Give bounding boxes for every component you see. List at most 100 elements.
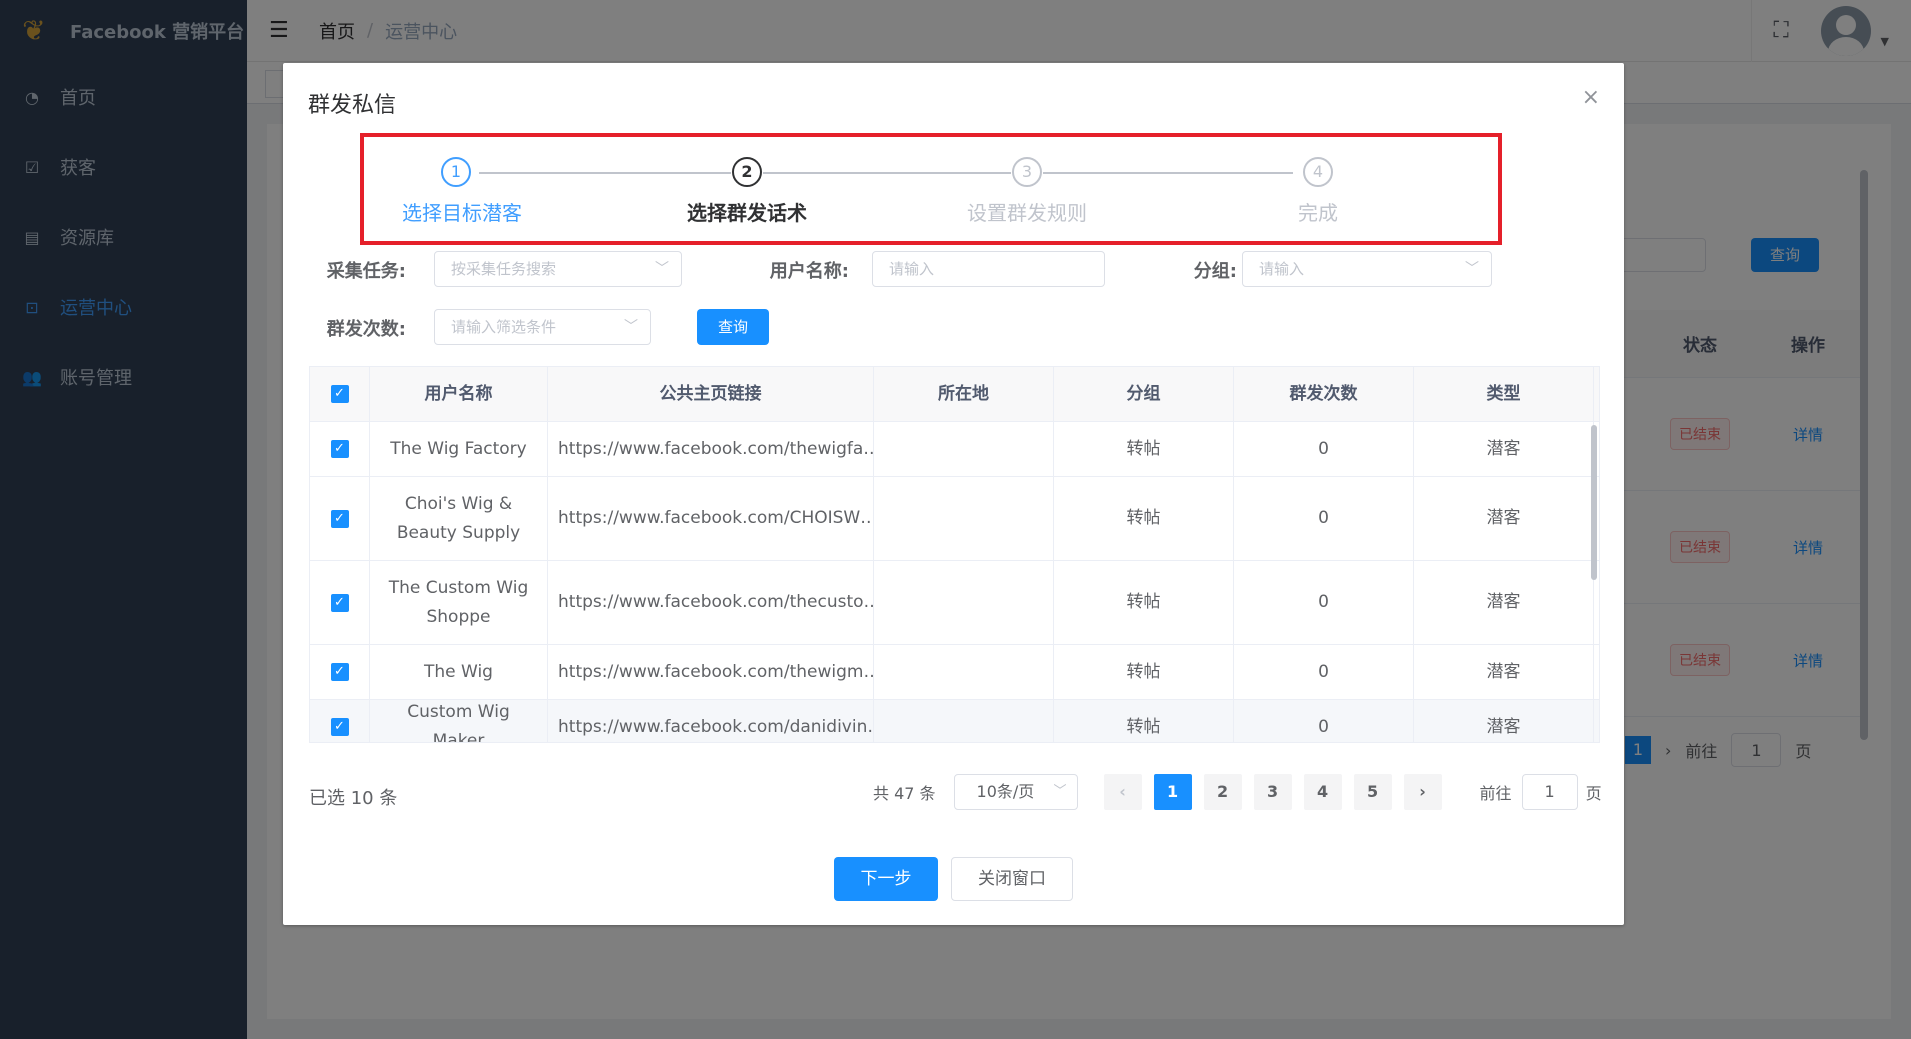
- cell-location: [874, 477, 1054, 560]
- pagination: 共 47 条 10条/页 ﹀ ‹ 1 2 3 4 5 › 前往 1 页: [873, 774, 1602, 810]
- cell-group: 转帖: [1054, 645, 1234, 699]
- page-button-1[interactable]: 1: [1153, 774, 1192, 810]
- row-checkbox-cell: ✓: [310, 561, 370, 644]
- cell-url: https://www.facebook.com/thewigm…: [548, 645, 874, 699]
- table-row[interactable]: ✓ The Wig Factory https://www.facebook.c…: [310, 422, 1599, 477]
- step-number: 4: [1303, 157, 1333, 187]
- page-size-select[interactable]: 10条/页 ﹀: [953, 774, 1078, 810]
- header-type: 类型: [1414, 367, 1594, 421]
- cell-count: 0: [1234, 477, 1414, 560]
- page-button-4[interactable]: 4: [1303, 774, 1342, 810]
- cell-location: [874, 645, 1054, 699]
- row-checkbox[interactable]: ✓: [330, 509, 349, 528]
- cell-url: https://www.facebook.com/thecusto…: [548, 561, 874, 644]
- chevron-down-icon: ﹀: [1053, 784, 1067, 799]
- group-select[interactable]: 请输入 ﹀: [1242, 251, 1492, 287]
- next-step-button[interactable]: 下一步: [834, 857, 938, 901]
- row-checkbox[interactable]: ✓: [330, 718, 349, 736]
- cell-count: 0: [1234, 422, 1414, 476]
- step-label: 完成: [1298, 201, 1338, 225]
- prev-page-icon[interactable]: ‹: [1103, 774, 1142, 810]
- cell-type: 潜客: [1414, 422, 1594, 476]
- close-window-button[interactable]: 关闭窗口: [951, 857, 1073, 901]
- close-icon[interactable]: ×: [1582, 85, 1600, 110]
- cell-location: [874, 700, 1054, 742]
- cell-type: 潜客: [1414, 645, 1594, 699]
- cell-type: 潜客: [1414, 561, 1594, 644]
- page-button-2[interactable]: 2: [1203, 774, 1242, 810]
- step-2: 2 选择群发话术: [684, 157, 810, 226]
- cell-count: 0: [1234, 645, 1414, 699]
- step-label: 选择群发话术: [687, 201, 807, 225]
- goto-label: 前往: [1479, 784, 1512, 803]
- cell-location: [874, 422, 1054, 476]
- cell-group: 转帖: [1054, 700, 1234, 742]
- cell-count: 0: [1234, 561, 1414, 644]
- user-label: 用户名称:: [769, 261, 849, 282]
- next-page-icon[interactable]: ›: [1403, 774, 1442, 810]
- task-placeholder: 按采集任务搜索: [451, 260, 557, 278]
- group-label: 分组:: [1193, 261, 1237, 282]
- table-row[interactable]: ✓ Custom Wig Maker https://www.facebook.…: [310, 700, 1599, 742]
- header-group: 分组: [1054, 367, 1234, 421]
- task-label: 采集任务:: [326, 261, 406, 282]
- cell-username: Custom Wig Maker: [370, 700, 548, 742]
- total-count: 共 47 条: [873, 784, 936, 803]
- user-placeholder: 请输入: [889, 260, 935, 278]
- cell-username: The Wig: [370, 645, 548, 699]
- cell-url: https://www.facebook.com/thewigfa…: [548, 422, 874, 476]
- table-row[interactable]: ✓ The Custom Wig Shoppe https://www.face…: [310, 561, 1599, 645]
- count-placeholder: 请输入筛选条件: [451, 318, 557, 336]
- header-username: 用户名称: [370, 367, 548, 421]
- table-row[interactable]: ✓ The Wig https://www.facebook.com/thewi…: [310, 645, 1599, 700]
- row-checkbox[interactable]: ✓: [330, 663, 349, 681]
- step-1: 1 选择目标潜客: [402, 157, 522, 226]
- step-number: 3: [1012, 157, 1042, 187]
- steps-highlight: 1 选择目标潜客 2 选择群发话术 3 设置群发规则 4 完成: [360, 133, 1502, 245]
- row-checkbox-cell: ✓: [310, 477, 370, 560]
- cell-username: The Custom Wig Shoppe: [370, 561, 548, 644]
- select-all-checkbox[interactable]: ✓: [330, 385, 349, 403]
- count-select[interactable]: 请输入筛选条件 ﹀: [434, 309, 651, 345]
- prospects-table: ✓ 用户名称 公共主页链接 所在地 分组 群发次数 类型 ✓ The Wig F…: [309, 366, 1600, 743]
- cell-url: https://www.facebook.com/CHOISW…: [548, 477, 874, 560]
- step-4: 4 完成: [1288, 157, 1348, 226]
- selected-count: 已选 10 条: [309, 788, 398, 809]
- chevron-down-icon: ﹀: [655, 261, 669, 277]
- cell-location: [874, 561, 1054, 644]
- step-label: 选择目标潜客: [402, 201, 522, 225]
- dialog-title: 群发私信: [308, 93, 397, 118]
- cell-type: 潜客: [1414, 700, 1594, 742]
- cell-username: The Wig Factory: [370, 422, 548, 476]
- group-placeholder: 请输入: [1259, 260, 1305, 278]
- cell-group: 转帖: [1054, 561, 1234, 644]
- row-checkbox[interactable]: ✓: [330, 440, 349, 458]
- header-url: 公共主页链接: [548, 367, 874, 421]
- user-input[interactable]: 请输入: [872, 251, 1105, 287]
- header-location: 所在地: [874, 367, 1054, 421]
- row-checkbox-cell: ✓: [310, 645, 370, 699]
- step-number: 1: [441, 157, 471, 187]
- row-checkbox[interactable]: ✓: [330, 593, 349, 612]
- table-scrollbar[interactable]: [1591, 425, 1597, 580]
- row-checkbox-cell: ✓: [310, 700, 370, 742]
- cell-count: 0: [1234, 700, 1414, 742]
- header-count: 群发次数: [1234, 367, 1414, 421]
- page-button-5[interactable]: 5: [1353, 774, 1392, 810]
- step-3: 3 设置群发规则: [964, 157, 1090, 226]
- chevron-down-icon: ﹀: [1465, 261, 1479, 277]
- step-number: 2: [732, 157, 762, 187]
- task-select[interactable]: 按采集任务搜索 ﹀: [434, 251, 682, 287]
- cell-type: 潜客: [1414, 477, 1594, 560]
- step-label: 设置群发规则: [967, 201, 1087, 225]
- cell-url: https://www.facebook.com/danidivin…: [548, 700, 874, 742]
- page-button-3[interactable]: 3: [1253, 774, 1292, 810]
- chevron-down-icon: ﹀: [624, 319, 638, 335]
- query-button[interactable]: 查询: [697, 309, 769, 345]
- page-size-value: 10条/页: [976, 782, 1035, 801]
- cell-group: 转帖: [1054, 477, 1234, 560]
- count-label: 群发次数:: [326, 319, 406, 340]
- table-header: ✓ 用户名称 公共主页链接 所在地 分组 群发次数 类型: [310, 367, 1599, 422]
- table-row[interactable]: ✓ Choi's Wig & Beauty Supply https://www…: [310, 477, 1599, 561]
- goto-input[interactable]: 1: [1521, 774, 1578, 810]
